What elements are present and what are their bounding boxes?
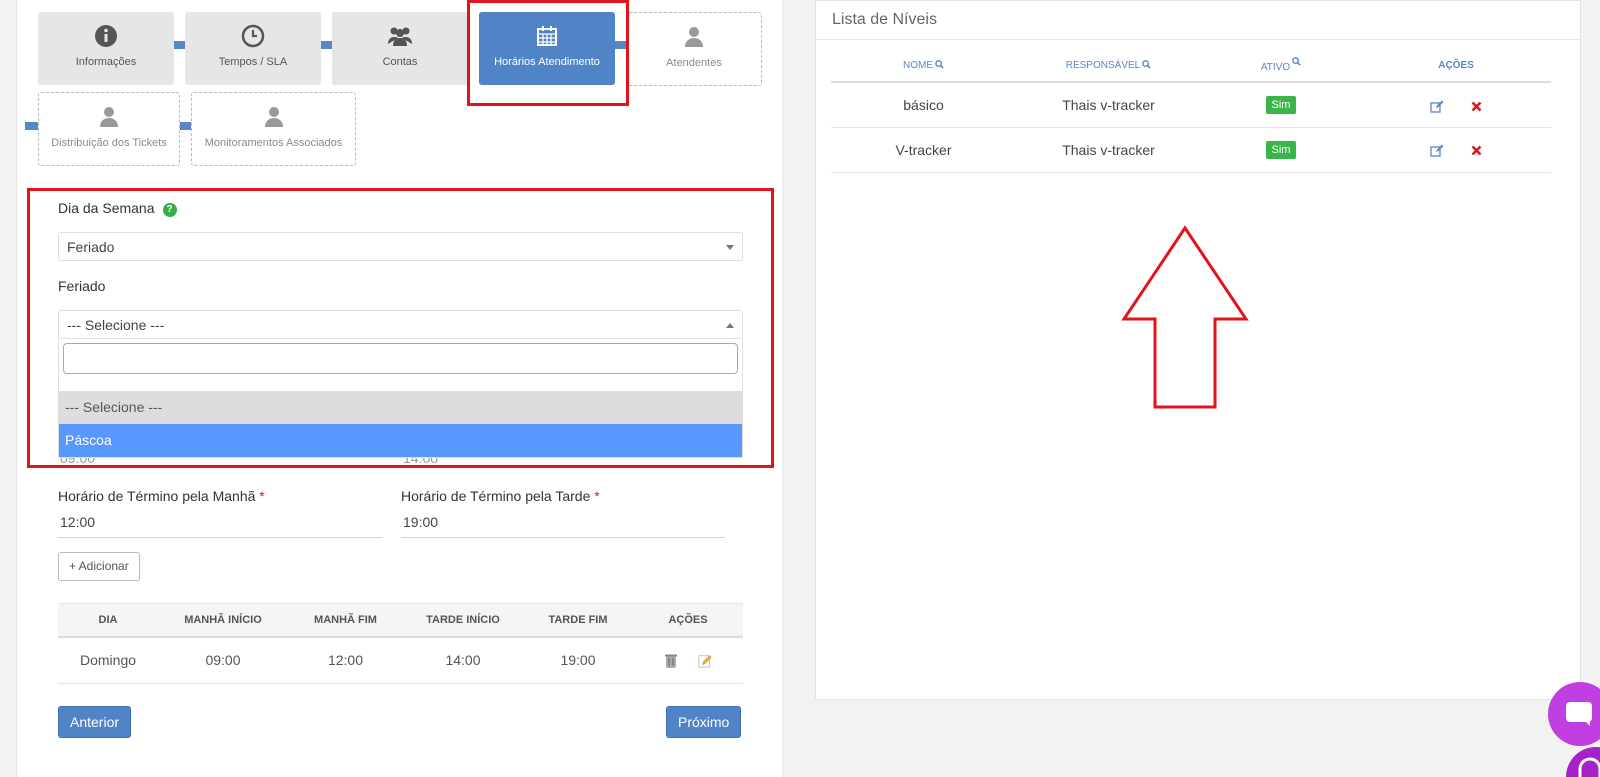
dropdown-option[interactable]: --- Selecione ---	[59, 391, 742, 424]
partial-start-afternoon-value: 14:00	[403, 458, 438, 464]
day-of-week-label: Dia da Semana?	[58, 200, 177, 217]
row-actions	[1361, 127, 1551, 173]
user-icon	[100, 107, 118, 127]
end-afternoon-label: Horário de Término pela Tarde *	[401, 488, 600, 504]
table-cell: 19:00	[523, 636, 633, 684]
column-header-nome[interactable]: NOME	[831, 49, 1016, 83]
table-row: básico Thais v-tracker Sim	[831, 82, 1551, 128]
step-horarios-atendimento[interactable]: Horários Atendimento	[479, 12, 615, 85]
end-morning-label: Horário de Término pela Manhã *	[58, 488, 265, 504]
column-header: MANHÃ FIM	[288, 603, 403, 638]
table-cell: 09:00	[158, 636, 288, 684]
level-name: V-tracker	[831, 127, 1016, 173]
column-header: DIA	[58, 603, 158, 638]
search-icon	[935, 59, 944, 69]
holiday-select[interactable]: --- Selecione ---	[58, 310, 743, 339]
table-cell: Domingo	[58, 636, 158, 684]
status-badge: Sim	[1265, 141, 1297, 159]
user-icon	[685, 27, 703, 47]
step-distribuicao-tickets[interactable]: Distribuição dos Tickets	[38, 92, 180, 166]
status-badge: Sim	[1265, 96, 1297, 115]
step-atendentes[interactable]: Atendentes	[626, 12, 762, 86]
previous-button[interactable]: Anterior	[58, 706, 132, 738]
table-cell: 12:00	[288, 636, 403, 684]
divider	[816, 39, 1580, 40]
column-header: TARDE INÍCIO	[403, 603, 523, 638]
level-name: básico	[831, 82, 1016, 128]
step-label: Monitoramentos Associados	[204, 137, 343, 149]
step-tempos-sla[interactable]: Tempos / SLA	[185, 12, 321, 85]
active-cell: Sim	[1201, 127, 1361, 173]
add-button[interactable]: + Adicionar	[58, 552, 140, 581]
step-connector	[320, 41, 332, 49]
holiday-dropdown: --- Selecione --- Páscoa	[58, 339, 743, 458]
column-header: MANHÃ INÍCIO	[158, 603, 288, 638]
chevron-up-icon	[726, 323, 734, 328]
end-morning-input[interactable]: 12:00	[58, 508, 382, 538]
info-icon	[95, 25, 117, 47]
search-icon	[1142, 59, 1151, 69]
row-actions	[633, 636, 743, 684]
help-icon[interactable]: ?	[162, 203, 177, 217]
user-icon	[264, 107, 283, 127]
level-owner: Thais v-tracker	[1016, 127, 1201, 173]
support-widget-button[interactable]	[1566, 747, 1600, 777]
edit-icon[interactable]	[1429, 144, 1444, 157]
delete-x-icon[interactable]	[1471, 145, 1482, 156]
active-cell: Sim	[1201, 82, 1361, 128]
step-connector	[173, 41, 185, 49]
annotation-arrow-up-icon	[1121, 225, 1249, 409]
levels-table: NOME RESPONSÁVEL ATIVO AÇÕES básico Thai…	[831, 49, 1551, 173]
step-monitoramentos-associados[interactable]: Monitoramentos Associados	[191, 92, 356, 166]
schedule-table: DIA MANHÃ INÍCIO MANHÃ FIM TARDE INÍCIO …	[58, 603, 743, 684]
chat-widget-button[interactable]	[1548, 682, 1600, 746]
step-label: Distribuição dos Tickets	[51, 137, 167, 149]
column-header-acoes: AÇÕES	[1361, 49, 1551, 83]
row-actions	[1361, 82, 1551, 128]
table-cell: 14:00	[403, 636, 523, 684]
step-label: Atendentes	[666, 57, 722, 69]
holiday-label: Feriado	[58, 278, 106, 294]
day-of-week-select[interactable]: Feriado	[58, 232, 743, 261]
end-afternoon-input[interactable]: 19:00	[401, 508, 725, 538]
step-label: Informações	[75, 56, 137, 68]
delete-x-icon[interactable]	[1471, 101, 1482, 112]
step-connector	[25, 122, 38, 130]
partial-start-morning-value: 09:00	[60, 458, 95, 464]
step-label: Tempos / SLA	[218, 56, 288, 68]
users-icon	[388, 27, 412, 46]
step-label: Contas	[382, 56, 418, 68]
column-header: TARDE FIM	[523, 603, 633, 638]
trash-icon[interactable]	[664, 653, 678, 669]
chat-icon	[1566, 702, 1592, 726]
step-label: Horários Atendimento	[494, 56, 600, 68]
column-header-ativo[interactable]: ATIVO	[1201, 49, 1361, 83]
panel-title: Lista de Níveis	[832, 11, 937, 28]
table-row: Domingo 09:00 12:00 14:00 19:00	[58, 636, 743, 684]
dropdown-search-input[interactable]	[63, 343, 738, 374]
edit-pencil-icon[interactable]	[698, 653, 712, 669]
calendar-icon	[537, 26, 557, 46]
next-button[interactable]: Próximo	[666, 706, 742, 738]
clock-icon	[241, 24, 265, 48]
headset-icon	[1578, 757, 1600, 777]
level-owner: Thais v-tracker	[1016, 82, 1201, 128]
step-connector	[614, 41, 626, 49]
column-header-responsavel[interactable]: RESPONSÁVEL	[1016, 49, 1201, 83]
search-icon	[1292, 57, 1301, 66]
chevron-down-icon	[726, 245, 734, 250]
step-informacoes[interactable]: Informações	[38, 12, 174, 85]
step-contas[interactable]: Contas	[332, 12, 468, 85]
edit-icon[interactable]	[1429, 100, 1444, 113]
column-header: AÇÕES	[633, 603, 743, 638]
table-row: V-tracker Thais v-tracker Sim	[831, 127, 1551, 173]
dropdown-option[interactable]: Páscoa	[59, 424, 742, 457]
step-connector	[179, 122, 191, 130]
